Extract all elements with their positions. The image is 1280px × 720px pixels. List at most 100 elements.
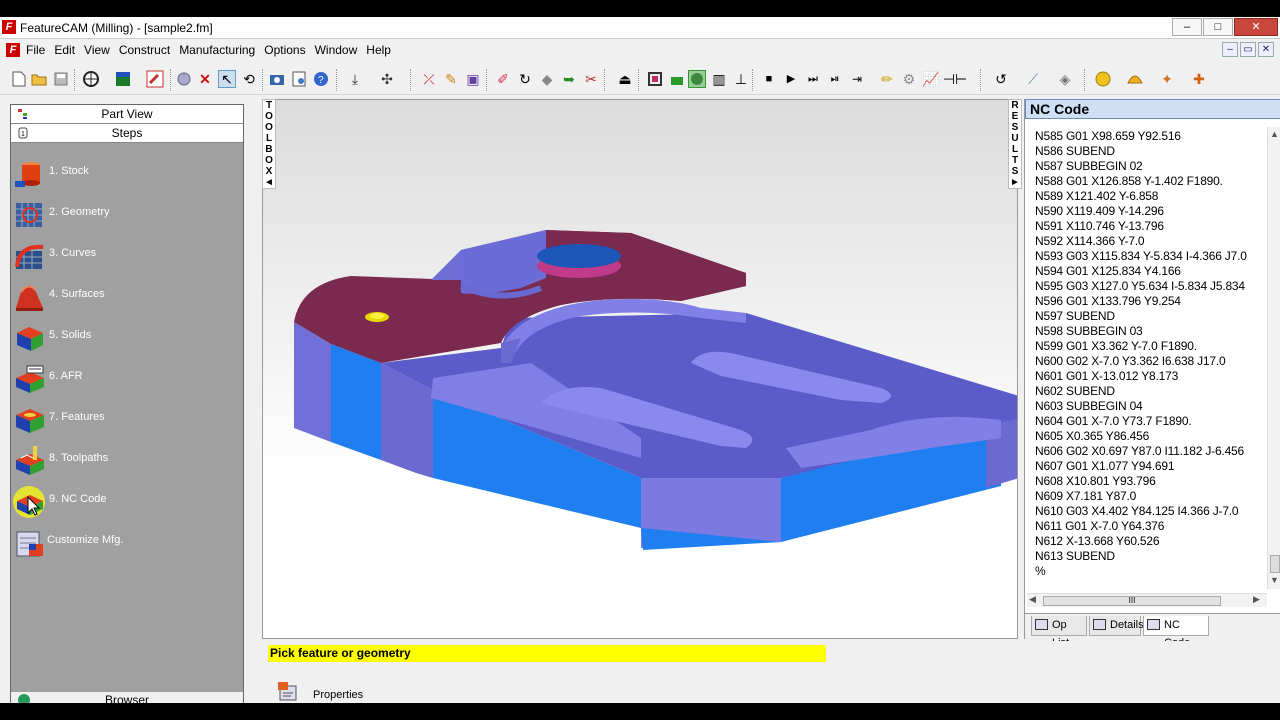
properties-label[interactable]: Properties bbox=[313, 689, 363, 701]
3d-viewport[interactable] bbox=[262, 99, 1018, 639]
nc-code-line[interactable]: N607 G01 X1.077 Y94.691 bbox=[1035, 459, 1265, 474]
nc-code-line[interactable]: N596 G01 X133.796 Y9.254 bbox=[1035, 294, 1265, 309]
nc-code-line[interactable]: N604 G01 X-7.0 Y73.7 F1890. bbox=[1035, 414, 1265, 429]
nc-code-line[interactable]: N598 SUBBEGIN 03 bbox=[1035, 324, 1265, 339]
menu-construct[interactable]: Construct bbox=[119, 43, 170, 57]
document-icon[interactable]: F bbox=[6, 43, 20, 57]
tab-details[interactable]: Details bbox=[1089, 616, 1144, 636]
nc-code-line[interactable]: % bbox=[1035, 564, 1265, 579]
eject-icon[interactable]: ⏏ bbox=[616, 70, 634, 88]
results-toggle[interactable]: R E S U L T S ► bbox=[1008, 99, 1022, 189]
nc-code-line[interactable]: N595 G03 X127.0 Y5.634 I-5.834 J5.834 bbox=[1035, 279, 1265, 294]
nc-code-line[interactable]: N593 G03 X115.834 Y-5.834 I-4.366 J7.0 bbox=[1035, 249, 1265, 264]
eraser-icon[interactable]: ◈ bbox=[1056, 70, 1074, 88]
select-arrow-icon[interactable]: ↖ bbox=[218, 70, 236, 88]
step-toolpaths[interactable]: 8. Toolpaths bbox=[13, 444, 233, 480]
nc-code-line[interactable]: N602 SUBEND bbox=[1035, 384, 1265, 399]
nc-code-line[interactable]: N609 X7.181 Y87.0 bbox=[1035, 489, 1265, 504]
settings-gear-icon[interactable]: ⚙ bbox=[900, 70, 918, 88]
solid-box-icon[interactable]: ◆ bbox=[538, 70, 556, 88]
shape-dropdown-icon[interactable] bbox=[1126, 70, 1144, 88]
browser-tab[interactable]: Browser bbox=[11, 692, 243, 703]
camera-icon[interactable] bbox=[268, 70, 286, 88]
featurecam-app-icon[interactable]: F bbox=[2, 20, 16, 34]
step-geometry[interactable]: 2. Geometry bbox=[13, 198, 233, 234]
minimize-button[interactable]: – bbox=[1172, 18, 1202, 36]
menu-file[interactable]: File bbox=[26, 43, 45, 57]
nc-horizontal-scrollbar[interactable]: ◀ III ▶ bbox=[1027, 593, 1267, 607]
green-stock-icon[interactable] bbox=[668, 70, 686, 88]
nc-code-line[interactable]: N612 X-13.668 Y60.526 bbox=[1035, 534, 1265, 549]
step-nc-code[interactable]: 9. NC Code bbox=[13, 485, 233, 521]
rotate-icon[interactable]: ↻ bbox=[516, 70, 534, 88]
steps-tab[interactable]: 1 Steps bbox=[11, 124, 243, 143]
menu-options[interactable]: Options bbox=[264, 43, 305, 57]
nc-code-line[interactable]: N594 G01 X125.834 Y4.166 bbox=[1035, 264, 1265, 279]
operations-icon[interactable]: ▣ bbox=[464, 70, 482, 88]
horizontal-scroll-thumb[interactable]: III bbox=[1043, 596, 1221, 606]
pencil-icon[interactable]: ✏ bbox=[878, 70, 896, 88]
part-view-tab[interactable]: Part View bbox=[11, 105, 243, 124]
paint-icon[interactable]: ✐ bbox=[494, 70, 512, 88]
measure-icon[interactable]: ⊣⊢ bbox=[943, 70, 967, 88]
delete-icon[interactable]: ✕ bbox=[196, 70, 214, 88]
skip-icon[interactable]: ⏯ bbox=[826, 70, 844, 88]
scroll-right-icon[interactable]: ▶ bbox=[1253, 594, 1260, 605]
globe-render-icon[interactable] bbox=[82, 70, 100, 88]
document-settings-icon[interactable] bbox=[290, 70, 308, 88]
doc-close-button[interactable]: ✕ bbox=[1258, 42, 1274, 57]
scroll-down-icon[interactable]: ▼ bbox=[1270, 575, 1279, 585]
step-features[interactable]: 7. Features bbox=[13, 403, 233, 439]
help-icon[interactable]: ? bbox=[312, 70, 330, 88]
3d-sim-icon[interactable] bbox=[688, 70, 706, 88]
shaded-view-icon[interactable] bbox=[114, 70, 132, 88]
step-dropdown-icon[interactable]: ⇥ bbox=[848, 70, 866, 88]
tab-nc-code[interactable]: NC Code bbox=[1143, 616, 1209, 649]
step-curves[interactable]: 3. Curves bbox=[13, 239, 233, 275]
curve-dropdown-icon[interactable]: ↺ bbox=[992, 70, 1010, 88]
run-forward-icon[interactable]: ➥ bbox=[560, 70, 578, 88]
doc-minimize-button[interactable]: – bbox=[1222, 42, 1238, 57]
stock-view-icon[interactable] bbox=[646, 70, 664, 88]
menu-view[interactable]: View bbox=[84, 43, 110, 57]
simulation-icon[interactable] bbox=[146, 70, 164, 88]
nc-vertical-scrollbar[interactable]: ▲ ▼ bbox=[1267, 127, 1280, 589]
tool-dropdown-icon[interactable]: ✦ bbox=[1158, 70, 1176, 88]
tab-op-list[interactable]: Op List bbox=[1031, 616, 1087, 649]
scroll-left-icon[interactable]: ◀ bbox=[1029, 594, 1036, 605]
lasso-select-icon[interactable]: ⟲ bbox=[240, 70, 258, 88]
open-folder-icon[interactable] bbox=[30, 70, 48, 88]
menu-window[interactable]: Window bbox=[315, 43, 358, 57]
stop-icon[interactable]: ■ bbox=[760, 70, 778, 88]
close-button[interactable]: ✕ bbox=[1234, 18, 1278, 36]
graph-icon[interactable]: 📈 bbox=[922, 70, 940, 88]
save-icon[interactable] bbox=[52, 70, 70, 88]
menu-edit[interactable]: Edit bbox=[54, 43, 75, 57]
arrow-down-dropdown-icon[interactable]: ⤓ bbox=[346, 70, 364, 88]
nc-code-line[interactable]: N606 G02 X0.697 Y87.0 I11.182 J-6.456 bbox=[1035, 444, 1265, 459]
scroll-thumb[interactable] bbox=[1270, 555, 1280, 573]
nc-code-line[interactable]: N591 X110.746 Y-13.796 bbox=[1035, 219, 1265, 234]
feature-dropdown-icon[interactable]: ✚ bbox=[1190, 70, 1208, 88]
menu-help[interactable]: Help bbox=[366, 43, 391, 57]
nc-code-line[interactable]: N587 SUBBEGIN 02 bbox=[1035, 159, 1265, 174]
maximize-button[interactable]: □ bbox=[1203, 18, 1233, 36]
menu-manufacturing[interactable]: Manufacturing bbox=[179, 43, 255, 57]
nc-code-line[interactable]: N589 X121.402 Y-6.858 bbox=[1035, 189, 1265, 204]
feature-tool-icon[interactable]: ✎ bbox=[442, 70, 460, 88]
nc-code-line[interactable]: N608 X10.801 Y93.796 bbox=[1035, 474, 1265, 489]
step-surfaces[interactable]: 4. Surfaces bbox=[13, 280, 233, 316]
toolbox-toggle[interactable]: T O O L B O X ◄ bbox=[262, 99, 276, 189]
step-afr[interactable]: 6. AFR bbox=[13, 362, 233, 398]
nc-code-line[interactable]: N592 X114.366 Y-7.0 bbox=[1035, 234, 1265, 249]
nc-code-line[interactable]: N599 G01 X3.362 Y-7.0 F1890. bbox=[1035, 339, 1265, 354]
nc-code-line[interactable]: N611 G01 X-7.0 Y64.376 bbox=[1035, 519, 1265, 534]
nc-code-line[interactable]: N601 G01 X-13.012 Y8.173 bbox=[1035, 369, 1265, 384]
nc-code-line[interactable]: N590 X119.409 Y-14.296 bbox=[1035, 204, 1265, 219]
step-stock[interactable]: 1. Stock bbox=[13, 157, 233, 193]
new-file-icon[interactable] bbox=[10, 70, 28, 88]
play-icon[interactable]: ▶ bbox=[782, 70, 800, 88]
nc-code-line[interactable]: N610 G03 X4.402 Y84.125 I4.366 J-7.0 bbox=[1035, 504, 1265, 519]
properties-icon[interactable] bbox=[276, 680, 298, 702]
arrows-cross-dropdown-icon[interactable]: ✣ bbox=[378, 70, 396, 88]
